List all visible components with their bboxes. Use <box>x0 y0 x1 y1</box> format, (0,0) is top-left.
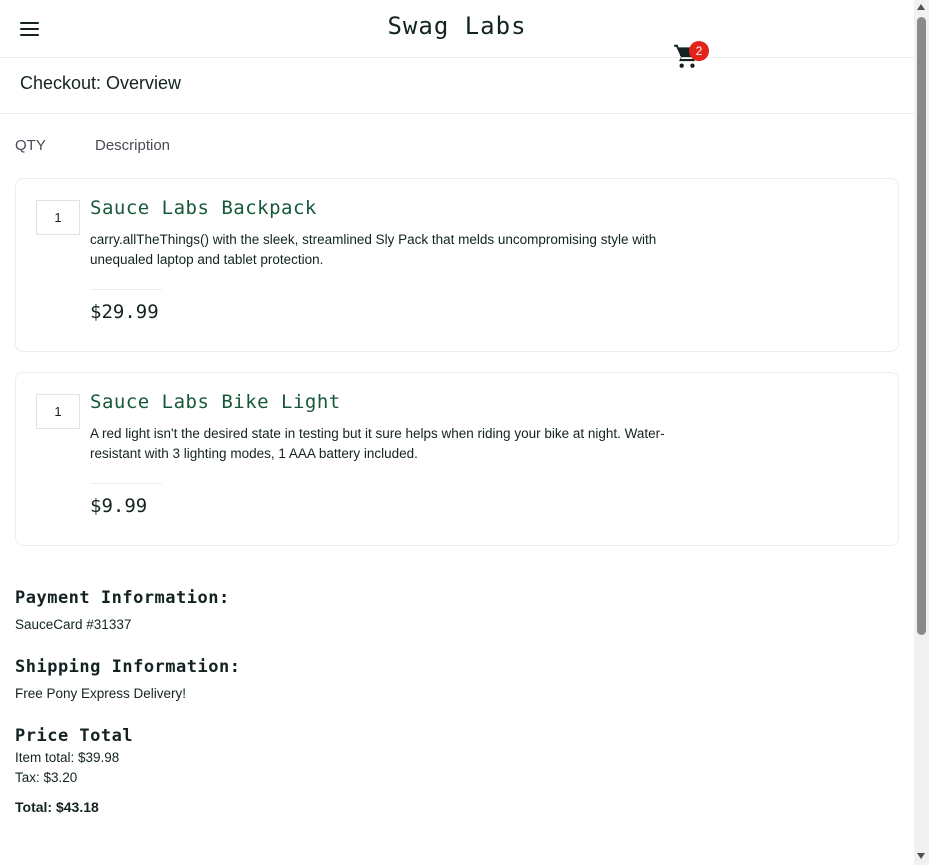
qty-column-label: QTY <box>15 137 46 154</box>
vertical-scrollbar[interactable] <box>914 0 929 865</box>
secondary-header: Checkout: Overview <box>0 57 914 114</box>
shipping-info-value: Free Pony Express Delivery! <box>15 686 187 701</box>
app-title: Swag Labs <box>387 12 527 40</box>
tax-value: Tax: $3.20 <box>15 770 78 785</box>
item-description: carry.allTheThings() with the sleek, str… <box>90 232 657 267</box>
cart-item: 1 Sauce Labs Bike Light A red light isn'… <box>15 372 899 546</box>
price-divider <box>90 289 162 290</box>
item-name-link[interactable]: Sauce Labs Bike Light <box>90 391 341 413</box>
payment-info-label: Payment Information: <box>15 588 230 608</box>
scroll-down-arrow-icon[interactable] <box>917 853 925 859</box>
description-column-label: Description <box>95 137 171 154</box>
price-divider <box>90 483 162 484</box>
item-total: Item total: $39.98 <box>15 750 120 765</box>
item-description: A red light isn't the desired state in t… <box>90 426 665 461</box>
payment-info-value: SauceCard #31337 <box>15 617 132 632</box>
app-header: Swag Labs <box>0 0 914 58</box>
price-total-label: Price Total <box>15 726 134 746</box>
item-quantity: 1 <box>36 200 80 235</box>
scroll-up-arrow-icon[interactable] <box>917 4 925 10</box>
item-quantity: 1 <box>36 394 80 429</box>
item-name-link[interactable]: Sauce Labs Backpack <box>90 197 317 219</box>
shipping-info-label: Shipping Information: <box>15 657 241 677</box>
total-value: Total: $43.18 <box>15 799 99 815</box>
item-price: $9.99 <box>90 495 148 517</box>
page-title: Checkout: Overview <box>20 73 182 93</box>
scroll-thumb[interactable] <box>917 17 926 635</box>
cart-item: 1 Sauce Labs Backpack carry.allTheThings… <box>15 178 899 352</box>
item-price: $29.99 <box>90 301 159 323</box>
